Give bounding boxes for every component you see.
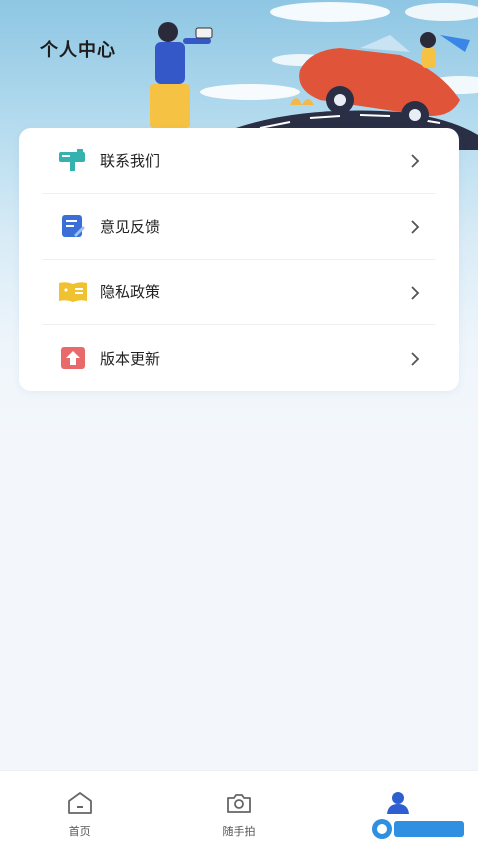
user-icon	[384, 789, 412, 817]
menu-item-label: 意见反馈	[100, 217, 161, 236]
chevron-right-icon	[408, 285, 422, 300]
tab-label: 随手拍	[222, 825, 256, 838]
page-title: 个人中心	[40, 40, 116, 61]
chevron-right-icon	[408, 153, 422, 169]
home-icon	[66, 789, 94, 817]
tab-home[interactable]: 首页	[0, 771, 159, 850]
mailbox-icon	[58, 145, 88, 175]
privacy-book-icon	[58, 277, 88, 307]
menu-item-contact-us[interactable]: 联系我们	[42, 128, 436, 194]
menu-card: 联系我们 意见反馈 隐私政策 版本更新	[19, 128, 459, 391]
tab-snapshot[interactable]: 随手拍	[159, 771, 318, 850]
gogo-watermark-logo	[370, 814, 470, 844]
chevron-right-icon	[408, 351, 422, 366]
menu-item-version-update[interactable]: 版本更新	[42, 325, 436, 391]
upload-arrow-icon	[58, 343, 88, 373]
menu-item-label: 版本更新	[100, 349, 161, 368]
feedback-edit-icon	[58, 211, 88, 241]
camera-icon	[225, 789, 253, 817]
tab-label: 首页	[68, 825, 91, 838]
menu-item-label: 联系我们	[100, 151, 161, 170]
menu-item-feedback[interactable]: 意见反馈	[42, 194, 436, 260]
menu-item-privacy-policy[interactable]: 隐私政策	[42, 260, 436, 326]
chevron-right-icon	[408, 219, 422, 234]
menu-item-label: 隐私政策	[100, 283, 161, 302]
